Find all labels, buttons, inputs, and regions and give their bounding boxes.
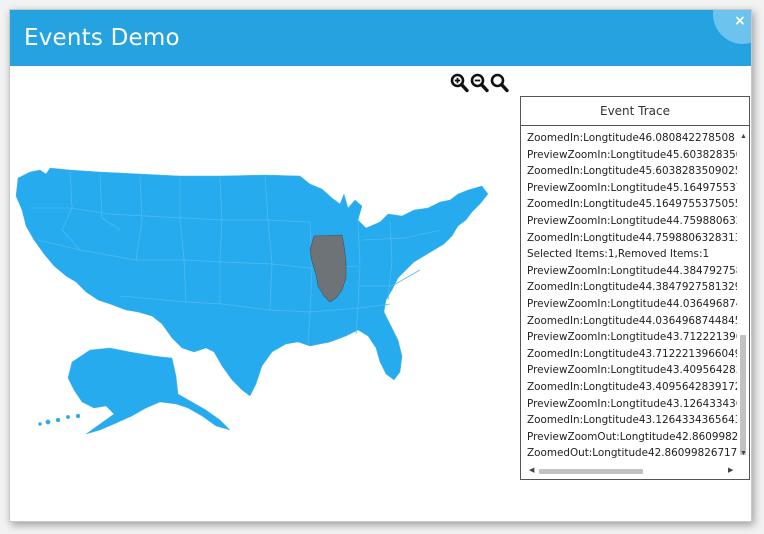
scroll-up-arrow-icon[interactable]: ▲ [740,133,747,140]
trace-item[interactable]: ZoomedIn:Longtitude44.0364968744845 Lati… [527,313,737,330]
alaska-shape [67,347,231,435]
vertical-scrollbar[interactable]: ▲ ▼ [739,130,748,465]
trace-item[interactable]: ZoomedOut:Longtitude42.8609982671709 Lat… [527,445,737,460]
horizontal-scrollbar[interactable]: ◀ ▶ [521,465,739,477]
trace-item[interactable]: ZoomedIn:Longtitude46.080842278508 Latit… [527,130,737,147]
title-bar: Events Demo [10,10,751,66]
event-trace-panel: Event Trace ZoomedIn:Longtitude46.080842… [520,96,750,480]
trace-item[interactable]: PreviewZoomIn:Longtitude43.4095642839172… [527,362,737,379]
trace-item[interactable]: ZoomedIn:Longtitude43.4095642839172 Lati… [527,379,737,396]
trace-item[interactable]: ZoomedIn:Longtitude43.1264334365643 Lati… [527,412,737,429]
trace-item[interactable]: ZoomedIn:Longtitude45.1649755375055 Lati… [527,196,737,213]
event-trace-list[interactable]: ZoomedIn:Longtitude46.080842278508 Latit… [527,130,737,460]
trace-item[interactable]: ZoomedIn:Longtitude44.7598806328313 Lati… [527,230,737,247]
close-icon[interactable]: × [734,13,746,29]
trace-item[interactable]: ZoomedIn:Longtitude45.6038283509025 Lati… [527,163,737,180]
vertical-scroll-thumb[interactable] [740,335,746,455]
trace-item[interactable]: PreviewZoomIn:Longtitude44.7598806328313… [527,213,737,230]
trace-item[interactable]: PreviewZoomIn:Longtitude43.7122213966049… [527,329,737,346]
window-title: Events Demo [24,25,180,51]
horizontal-scroll-thumb[interactable] [539,469,643,474]
us-map[interactable] [10,90,515,440]
trace-item[interactable]: PreviewZoomOut:Longtitude42.860998267170… [527,429,737,446]
event-trace-header: Event Trace [521,97,749,126]
trace-item[interactable]: PreviewZoomIn:Longtitude44.0364968744845… [527,296,737,313]
events-demo-window: Events Demo × Event Trace ZoomedIn:Longt… [9,9,752,522]
scroll-left-arrow-icon[interactable]: ◀ [529,466,534,474]
trace-item[interactable]: ZoomedIn:Longtitude44.3847927581329 Lati… [527,279,737,296]
trace-item[interactable]: Selected Items:1,Removed Items:1 [527,246,737,263]
scroll-down-arrow-icon[interactable]: ▼ [740,450,747,457]
trace-item[interactable]: PreviewZoomIn:Longtitude45.1649755375055… [527,180,737,197]
trace-item[interactable]: ZoomedIn:Longtitude43.7122213966049 Lati… [527,346,737,363]
trace-item[interactable]: PreviewZoomIn:Longtitude44.3847927581329… [527,263,737,280]
trace-item[interactable]: PreviewZoomIn:Longtitude43.1264334365643… [527,396,737,413]
trace-item[interactable]: PreviewZoomIn:Longtitude45.6038283509025… [527,147,737,164]
scroll-right-arrow-icon[interactable]: ▶ [728,466,733,474]
